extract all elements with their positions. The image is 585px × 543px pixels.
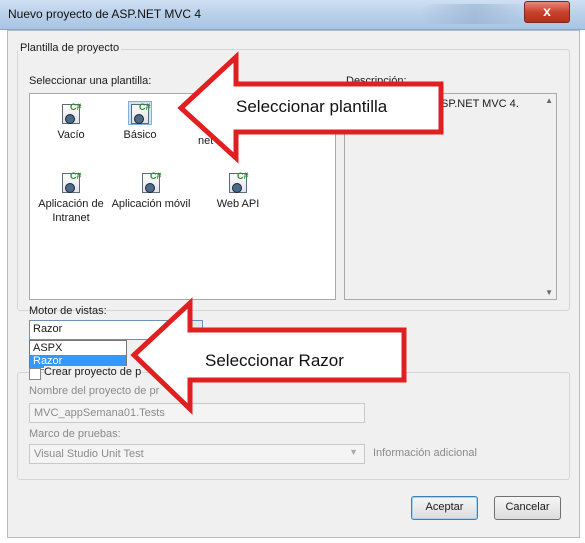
callout-select-template: Seleccionar plantilla bbox=[236, 97, 388, 116]
annotation-overlay bbox=[130, 51, 444, 415]
callout-select-razor: Seleccionar Razor bbox=[205, 351, 344, 370]
